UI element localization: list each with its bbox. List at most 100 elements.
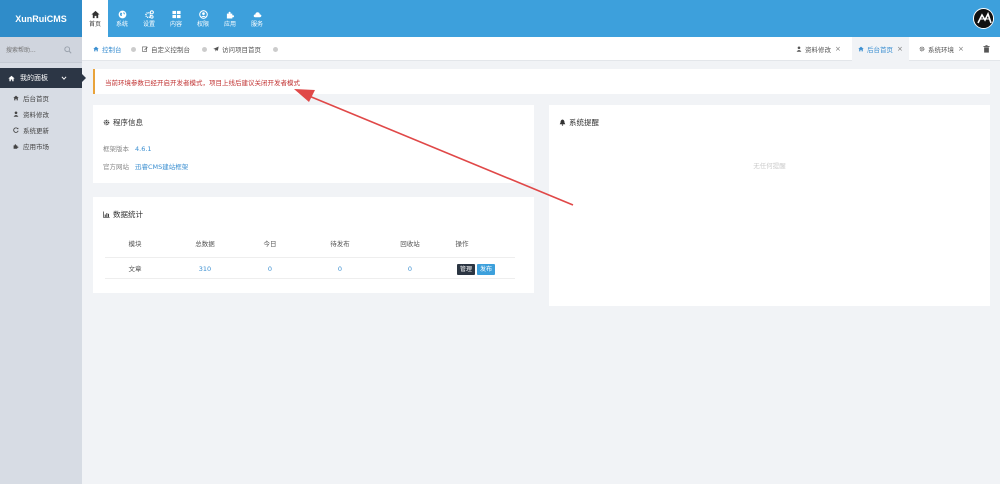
alert-text: 当前环境参数已经开启开发者模式，项目上线后建议关闭开发者模式: [105, 79, 300, 87]
nav-label: 首页: [88, 20, 101, 28]
site-label: 官方网站: [103, 163, 129, 171]
panel-title-text: 数据统计: [113, 210, 143, 219]
sidebar-item-dashboard[interactable]: 后台首页: [0, 90, 82, 106]
recycle-count[interactable]: 0: [395, 258, 425, 280]
globe-icon: [118, 10, 126, 18]
breadcrumb-separator: [202, 47, 207, 52]
trash-icon[interactable]: [983, 45, 990, 53]
tab-profile[interactable]: 资料修改 ×: [790, 37, 847, 61]
search-icon[interactable]: [64, 46, 72, 54]
version-value: 4.6.1: [135, 145, 152, 153]
puzzle-icon: [226, 11, 234, 19]
refresh-icon: [13, 127, 19, 133]
official-site-row: 官方网站 迅睿CMS建站框架: [103, 161, 188, 171]
home-icon: [93, 46, 99, 52]
sidebar-menu-my-panel[interactable]: 我的面板: [0, 68, 86, 88]
tab-dashboard[interactable]: 后台首页 ×: [852, 37, 909, 61]
today-count[interactable]: 0: [255, 258, 285, 280]
nav-label: 系统: [115, 20, 128, 28]
site-link[interactable]: 迅睿CMS建站框架: [135, 163, 188, 171]
sidebar-item-label: 应用市场: [23, 143, 49, 151]
home-icon: [13, 95, 19, 101]
empty-reminders-text: 无任何提醒: [753, 162, 786, 170]
nav-item-content[interactable]: 内容: [163, 0, 189, 37]
module-name: 文章: [128, 265, 142, 273]
panel-title-text: 程序信息: [113, 118, 143, 127]
gear-icon: [919, 46, 925, 52]
sidebar-item-label: 系统更新: [23, 127, 49, 135]
sidebar: 我的面板 后台首页 资料修改 系统更新 应用市场: [0, 37, 86, 484]
nav-item-settings[interactable]: 设置: [136, 0, 162, 37]
nav-label: 内容: [169, 20, 182, 28]
logo-text: XunRuiCMS: [15, 13, 67, 24]
breadcrumb-separator: [131, 47, 136, 52]
row-actions: 管理 发布: [457, 258, 507, 280]
nav-item-home[interactable]: 首页: [82, 0, 108, 37]
avatar-logo-icon: [974, 9, 993, 28]
send-icon: [213, 46, 219, 52]
search-input[interactable]: [6, 45, 62, 55]
sidebar-item-update[interactable]: 系统更新: [0, 122, 82, 138]
nav-item-apps[interactable]: 应用: [217, 0, 243, 37]
nav-item-permissions[interactable]: 权限: [190, 0, 216, 37]
dev-mode-alert: 当前环境参数已经开启开发者模式，项目上线后建议关闭开发者模式: [93, 69, 990, 94]
version-label: 框架版本: [103, 145, 129, 153]
panel-title-text: 系统提醒: [569, 118, 599, 127]
tab-close-button[interactable]: ×: [835, 45, 841, 53]
user-icon: [13, 111, 19, 117]
avatar[interactable]: [973, 8, 994, 29]
home-icon: [858, 46, 864, 52]
tab-close-button[interactable]: ×: [897, 45, 903, 53]
breadcrumb-visit-home[interactable]: 访问项目首页: [213, 37, 261, 61]
bar-chart-icon: [103, 211, 110, 218]
pending-count[interactable]: 0: [325, 258, 355, 280]
breadcrumb-console[interactable]: 控制台: [93, 37, 122, 61]
publish-button[interactable]: 发布: [477, 263, 496, 275]
nav-label: 设置: [142, 20, 155, 28]
nav-label: 权限: [196, 20, 209, 28]
panel-title: 程序信息: [103, 117, 143, 128]
grid-icon: [171, 10, 181, 18]
panel-title: 系统提醒: [559, 117, 599, 128]
manage-button[interactable]: 管理: [457, 263, 476, 275]
breadcrumb-bar: 控制台 自定义控制台 访问项目首页 资料修改 × 后台首页 × 系统环境 ×: [82, 37, 1000, 61]
nav-label: 服务: [250, 20, 263, 28]
bell-icon: [559, 119, 566, 126]
sidebar-search: [0, 37, 82, 63]
sidebar-item-app-market[interactable]: 应用市场: [0, 138, 82, 154]
nav-item-system[interactable]: 系统: [109, 0, 135, 37]
framework-version-row: 框架版本 4.6.1: [103, 143, 152, 153]
nav-item-services[interactable]: 服务: [244, 0, 270, 37]
data-stats-panel: 数据统计 模块 总数据 今日 待发布 回收站 操作 文章 310 0 0 0 管…: [93, 197, 534, 293]
puzzle-icon: [13, 144, 19, 149]
column-header: 待发布: [330, 240, 350, 248]
main-nav: 首页 系统 设置 内容 权限 应用 服务: [82, 0, 271, 37]
column-header: 总数据: [195, 240, 215, 248]
tab-system-env[interactable]: 系统环境 ×: [913, 37, 970, 61]
sidebar-item-label: 资料修改: [23, 111, 49, 119]
tab-label: 系统环境: [928, 46, 954, 54]
sidebar-item-label: 后台首页: [23, 95, 49, 103]
system-reminder-panel: 系统提醒 无任何提醒: [549, 105, 990, 306]
chevron-down-icon: [61, 76, 67, 80]
column-header: 回收站: [400, 240, 420, 248]
gears-icon: [144, 9, 154, 19]
column-header: 操作: [455, 240, 469, 248]
user-circle-icon: [198, 9, 208, 19]
tab-close-button[interactable]: ×: [958, 45, 964, 53]
breadcrumb-label: 自定义控制台: [151, 46, 190, 54]
logo[interactable]: XunRuiCMS: [0, 0, 82, 37]
home-icon: [8, 75, 15, 81]
stats-table-header: 模块 总数据 今日 待发布 回收站 操作: [105, 233, 515, 255]
breadcrumb-label: 控制台: [102, 46, 122, 54]
column-header: 今日: [263, 240, 277, 248]
breadcrumb-label: 访问项目首页: [222, 46, 261, 54]
sidebar-item-profile[interactable]: 资料修改: [0, 106, 82, 122]
panel-title: 数据统计: [103, 209, 143, 220]
program-info-panel: 程序信息 框架版本 4.6.1 官方网站 迅睿CMS建站框架: [93, 105, 534, 183]
breadcrumb-custom-console[interactable]: 自定义控制台: [142, 37, 190, 61]
table-row: 文章 310 0 0 0 管理 发布: [105, 257, 515, 279]
cloud-icon: [253, 11, 261, 17]
total-count[interactable]: 310: [185, 258, 225, 280]
gear-icon: [103, 119, 110, 126]
